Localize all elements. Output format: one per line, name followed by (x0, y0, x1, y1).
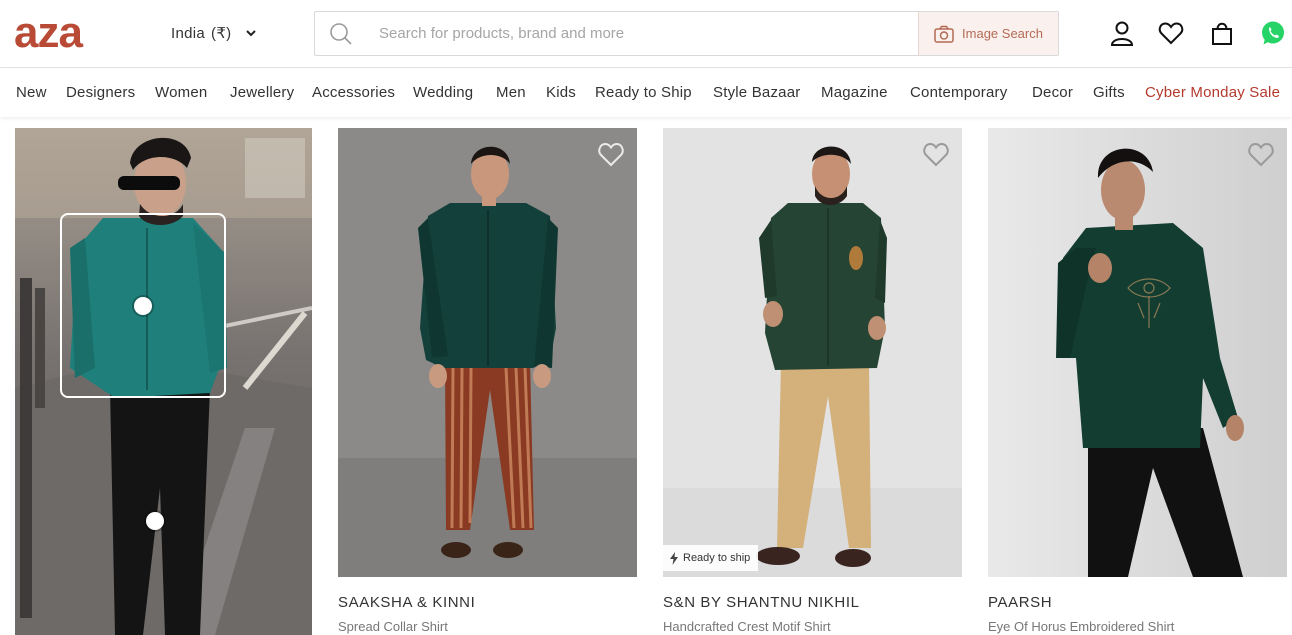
product-brand[interactable]: S&N BY SHANTNU NIKHIL (663, 594, 860, 611)
nav-item-designers[interactable]: Designers (66, 84, 135, 101)
product-name[interactable]: Eye Of Horus Embroidered Shirt (988, 619, 1174, 634)
product-image[interactable] (663, 128, 962, 577)
search-bar: Image Search (314, 11, 1059, 56)
region-label: India (171, 24, 206, 42)
search-icon[interactable] (315, 12, 367, 55)
image-search-label: Image Search (962, 26, 1043, 41)
wishlist-heart-icon[interactable] (1247, 141, 1275, 167)
aza-logo[interactable]: aza (14, 14, 122, 52)
product-brand[interactable]: SAAKSHA & KINNI (338, 594, 475, 611)
nav-item-style-bazaar[interactable]: Style Bazaar (713, 84, 800, 101)
category-nav: New Designers Women Jewellery Accessorie… (0, 69, 1292, 117)
image-search-button[interactable]: Image Search (918, 12, 1058, 55)
ready-to-ship-badge: Ready to ship (663, 545, 759, 571)
badge-label: Ready to ship (683, 552, 751, 564)
nav-item-wedding[interactable]: Wedding (413, 84, 473, 101)
nav-item-gifts[interactable]: Gifts (1093, 84, 1125, 101)
nav-item-ready-to-ship[interactable]: Ready to Ship (595, 84, 692, 101)
nav-item-contemporary[interactable]: Contemporary (910, 84, 1007, 101)
product-image[interactable] (338, 128, 637, 577)
product-name[interactable]: Spread Collar Shirt (338, 619, 448, 634)
whatsapp-icon[interactable] (1260, 20, 1286, 46)
currency-label: (₹) (211, 25, 232, 42)
nav-item-kids[interactable]: Kids (546, 84, 576, 101)
wishlist-heart-icon[interactable] (597, 141, 625, 167)
wishlist-heart-icon[interactable] (922, 141, 950, 167)
hotspot-shirt[interactable] (134, 297, 152, 315)
chevron-down-icon (246, 30, 257, 37)
nav-item-men[interactable]: Men (496, 84, 526, 101)
search-input[interactable] (367, 12, 918, 55)
product-name[interactable]: Handcrafted Crest Motif Shirt (663, 619, 831, 634)
nav-item-magazine[interactable]: Magazine (821, 84, 888, 101)
nav-item-decor[interactable]: Decor (1032, 84, 1073, 101)
lightning-icon (670, 551, 678, 565)
hotspot-trousers[interactable] (146, 512, 164, 530)
heart-icon[interactable] (1158, 20, 1184, 46)
nav-item-new[interactable]: New (16, 84, 47, 101)
site-header: aza India (₹) Image Search (0, 0, 1292, 68)
nav-item-accessories[interactable]: Accessories (312, 84, 395, 101)
product-brand[interactable]: PAARSH (988, 594, 1052, 611)
product-image[interactable] (988, 128, 1287, 577)
svg-text:aza: aza (14, 14, 83, 52)
nav-item-jewellery[interactable]: Jewellery (230, 84, 294, 101)
camera-icon (934, 25, 954, 43)
lifestyle-photo (15, 128, 312, 635)
region-selector[interactable]: India (₹) (171, 24, 257, 42)
user-icon[interactable] (1109, 20, 1135, 46)
nav-item-cyber-monday-sale[interactable]: Cyber Monday Sale (1145, 84, 1280, 101)
bag-icon[interactable] (1209, 20, 1235, 46)
nav-item-women[interactable]: Women (155, 84, 207, 101)
